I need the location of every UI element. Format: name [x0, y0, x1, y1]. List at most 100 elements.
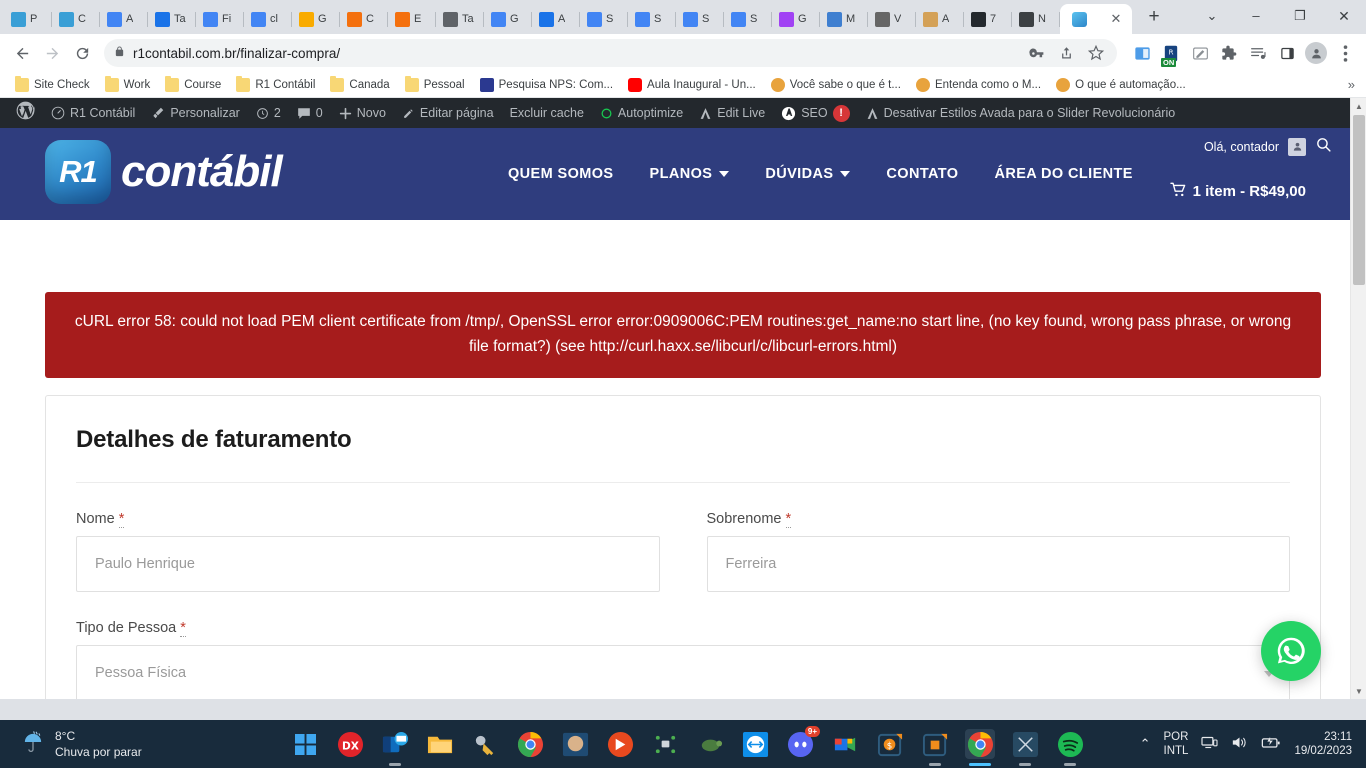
tab-6[interactable]: G — [292, 4, 340, 34]
taskbar-spotify-icon[interactable] — [1055, 729, 1085, 766]
scroll-up-arrow[interactable]: ▲ — [1351, 98, 1366, 114]
bookmark-6[interactable]: Pesquisa NPS: Com... — [474, 76, 619, 94]
volume-icon[interactable] — [1231, 735, 1248, 753]
nav-item-2[interactable]: DÚVIDAS — [747, 166, 868, 182]
battery-icon[interactable] — [1261, 735, 1281, 753]
tab-8[interactable]: E — [388, 4, 436, 34]
tab-2[interactable]: A — [100, 4, 148, 34]
wp-admin-item-8[interactable]: Edit Live — [691, 98, 773, 128]
tab-search-icon[interactable]: ⌄ — [1190, 0, 1234, 32]
bookmark-7[interactable]: Aula Inaugural - Un... — [622, 76, 762, 94]
tab-9[interactable]: Ta — [436, 4, 484, 34]
tray-chevron-icon[interactable]: ⌃ — [1140, 736, 1151, 752]
tab-17[interactable]: M — [820, 4, 868, 34]
tab-12[interactable]: S — [580, 4, 628, 34]
scrollbar-thumb[interactable] — [1353, 115, 1365, 285]
input-sobrenome[interactable]: Ferreira — [706, 535, 1290, 592]
bookmark-9[interactable]: Entenda como o M... — [910, 76, 1047, 94]
taskbar-outlook-icon[interactable] — [380, 729, 410, 766]
tab-11[interactable]: A — [532, 4, 580, 34]
bookmark-2[interactable]: Course — [159, 75, 227, 94]
taskbar-money-app-icon[interactable]: $ — [875, 729, 905, 759]
wp-admin-item-0[interactable]: R1 Contábil — [43, 98, 143, 128]
tab-5[interactable]: cl — [244, 4, 292, 34]
bookmarks-overflow-icon[interactable]: » — [1348, 77, 1357, 92]
weather-widget[interactable]: 8°C Chuva por parar — [0, 728, 290, 760]
tab-7[interactable]: C — [340, 4, 388, 34]
whatsapp-button[interactable] — [1261, 621, 1321, 681]
taskbar-network-tool-icon[interactable] — [650, 729, 680, 759]
side-panel-icon[interactable] — [1274, 40, 1300, 66]
key-icon[interactable] — [1025, 42, 1047, 64]
wp-admin-item-9[interactable]: SEO! — [773, 98, 857, 128]
bookmark-5[interactable]: Pessoal — [399, 75, 471, 94]
language-indicator[interactable]: POR INTL — [1164, 730, 1189, 759]
tab-18[interactable]: V — [868, 4, 916, 34]
clock[interactable]: 23:11 19/02/2023 — [1294, 730, 1352, 759]
chrome-menu-icon[interactable] — [1332, 40, 1358, 66]
nav-item-0[interactable]: QUEM SOMOS — [490, 166, 632, 182]
bookmark-8[interactable]: Você sabe o que é t... — [765, 76, 907, 94]
maximize-button[interactable]: ❐ — [1278, 0, 1322, 32]
puzzle-icon[interactable] — [1216, 40, 1242, 66]
page-scrollbar[interactable]: ▲ ▼ — [1350, 98, 1366, 699]
taskbar-orange-app-icon[interactable] — [920, 729, 950, 766]
media-list-icon[interactable] — [1245, 40, 1271, 66]
extension-on-icon[interactable]: R ON — [1158, 40, 1184, 67]
address-bar[interactable]: r1contabil.com.br/finalizar-compra/ — [104, 39, 1117, 67]
input-nome[interactable]: Paulo Henrique — [76, 535, 660, 592]
tab-20[interactable]: 7 — [964, 4, 1012, 34]
forward-icon[interactable] — [38, 39, 66, 67]
tab-14[interactable]: S — [676, 4, 724, 34]
new-tab-button[interactable]: + — [1140, 4, 1168, 32]
tab-19[interactable]: A — [916, 4, 964, 34]
wp-admin-item-7[interactable]: Autoptimize — [592, 98, 691, 128]
taskbar-google-meet-icon[interactable] — [830, 729, 860, 759]
tab-1[interactable]: C — [52, 4, 100, 34]
windows-start-icon[interactable] — [290, 729, 320, 759]
wp-admin-item-2[interactable]: 2 — [248, 98, 289, 128]
taskbar-dx-icon[interactable]: DX — [335, 729, 365, 759]
tab-close-icon[interactable]: ✕ — [1109, 12, 1123, 26]
taskbar-photo-viewer-icon[interactable] — [560, 729, 590, 759]
cart-link[interactable]: 1 item - R$49,00 — [1169, 182, 1306, 201]
taskbar-discord-icon[interactable]: 9+ — [785, 726, 820, 759]
back-icon[interactable] — [8, 39, 36, 67]
taskbar-chrome-icon[interactable] — [965, 729, 995, 766]
minimize-button[interactable]: – — [1234, 0, 1278, 32]
reload-icon[interactable] — [68, 39, 96, 67]
share-icon[interactable] — [1055, 42, 1077, 64]
user-avatar-icon[interactable] — [1288, 137, 1306, 156]
reading-list-icon[interactable] — [1129, 40, 1155, 66]
tab-21[interactable]: N — [1012, 4, 1060, 34]
taskbar-chrome-icon[interactable] — [515, 729, 545, 759]
tab-15[interactable]: S — [724, 4, 772, 34]
nav-item-4[interactable]: ÁREA DO CLIENTE — [976, 166, 1150, 182]
taskbar-file-explorer-icon[interactable] — [425, 729, 455, 759]
close-window-button[interactable]: ✕ — [1322, 0, 1366, 32]
bookmark-0[interactable]: Site Check — [9, 75, 96, 94]
profile-avatar-icon[interactable] — [1303, 40, 1329, 66]
wp-admin-item-10[interactable]: Desativar Estilos Avada para o Slider Re… — [858, 98, 1184, 128]
bookmark-1[interactable]: Work — [99, 75, 157, 94]
active-tab[interactable]: ✕ — [1060, 4, 1132, 34]
wp-admin-item-3[interactable]: 0 — [289, 98, 331, 128]
taskbar-turtle-icon[interactable] — [695, 729, 725, 759]
bookmark-4[interactable]: Canada — [324, 75, 395, 94]
nav-item-1[interactable]: PLANOS — [632, 166, 748, 182]
tab-3[interactable]: Ta — [148, 4, 196, 34]
taskbar-keys-icon[interactable] — [470, 729, 500, 759]
search-icon[interactable] — [1315, 136, 1332, 157]
edit-extension-icon[interactable] — [1187, 40, 1213, 66]
wp-admin-item-1[interactable]: Personalizar — [143, 98, 247, 128]
bookmark-star-icon[interactable] — [1085, 42, 1107, 64]
wp-admin-item-4[interactable]: Novo — [331, 98, 394, 128]
taskbar-snipping-tool-icon[interactable] — [1010, 729, 1040, 766]
bookmark-3[interactable]: R1 Contábil — [230, 75, 321, 94]
bookmark-10[interactable]: O que é automação... — [1050, 76, 1192, 94]
wordpress-logo-menu[interactable] — [8, 98, 43, 128]
taskbar-teamviewer-icon[interactable] — [740, 729, 770, 759]
tab-10[interactable]: G — [484, 4, 532, 34]
tab-4[interactable]: Fi — [196, 4, 244, 34]
select-tipo-pessoa[interactable]: Pessoa Física — [76, 644, 1290, 699]
